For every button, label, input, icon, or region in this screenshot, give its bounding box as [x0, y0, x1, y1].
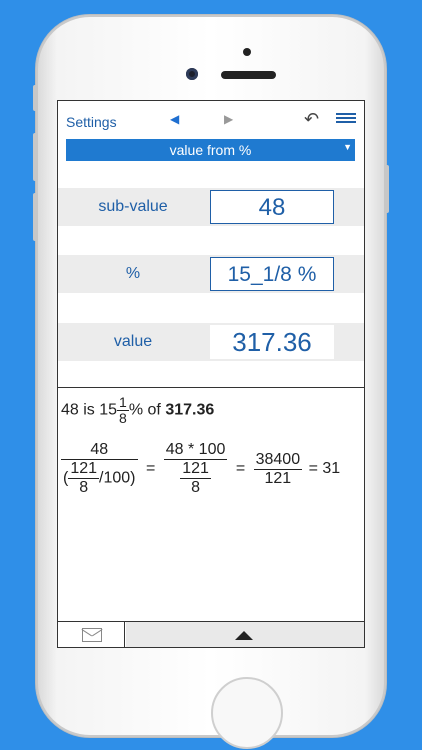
home-button — [211, 677, 283, 749]
result-sentence: 48 is 15 1 8% of 317.36 — [61, 395, 214, 426]
f1-inner-fraction: 121 8 — [68, 460, 100, 497]
equation-tail: = 31 — [308, 460, 341, 477]
volume-down-button — [33, 193, 38, 241]
mode-label: value from % — [169, 142, 252, 158]
nav-left-icon[interactable]: ◀ — [170, 112, 179, 126]
mute-switch — [33, 85, 38, 111]
equation-fraction-1: 48 (121 8/100) — [61, 441, 138, 497]
f1-inner-den: 8 — [79, 479, 89, 496]
bottom-bar — [58, 621, 364, 647]
value-label: value — [113, 333, 153, 350]
sub-value-row: sub-value 48 — [58, 188, 364, 226]
sub-value-label: sub-value — [98, 198, 168, 215]
power-button — [384, 165, 389, 213]
settings-button[interactable]: Settings — [66, 114, 117, 130]
f1-numerator: 48 — [61, 441, 138, 460]
sub-value-input[interactable]: 48 — [210, 190, 334, 224]
result-prefix: 48 is 15 — [61, 401, 118, 419]
value-row: value 317.36 — [58, 323, 364, 361]
f2-inner-den: 8 — [191, 479, 200, 496]
proximity-sensor — [243, 48, 251, 56]
volume-up-button — [33, 133, 38, 181]
top-toolbar: Settings ◀ ▶ ↶ — [58, 101, 364, 137]
chevron-down-icon: ▼ — [343, 142, 352, 152]
result-mid: % of — [128, 401, 166, 419]
percent-input[interactable]: 15_1/8 % — [210, 257, 334, 291]
f2-denominator: 121 8 — [164, 460, 228, 497]
expand-button[interactable] — [126, 622, 364, 647]
equation-fraction-3: 38400 121 — [253, 450, 303, 488]
earpiece-speaker — [221, 71, 276, 79]
f3-numerator: 38400 — [253, 450, 303, 470]
divider — [58, 387, 364, 388]
f1-close: /100) — [99, 469, 136, 487]
result-fraction: 18 — [117, 395, 129, 426]
percent-row: % 15_1/8 % — [58, 255, 364, 293]
f1-inner-num: 121 — [68, 460, 100, 479]
mail-button[interactable] — [58, 622, 125, 647]
fraction-numerator: 1 — [117, 394, 129, 411]
arrow-up-icon — [235, 631, 253, 640]
percent-label: % — [125, 265, 141, 282]
menu-icon[interactable] — [336, 113, 356, 123]
equals-1: = — [145, 460, 156, 477]
app-screen: Settings ◀ ▶ ↶ value from % ▼ sub-value … — [57, 100, 365, 648]
equation-steps: 48 (121 8/100) = 48 * 100 121 8 = 38400 12… — [61, 441, 344, 497]
f3-denominator: 121 — [264, 469, 292, 487]
f2-inner-num: 121 — [180, 460, 211, 479]
nav-right-icon[interactable]: ▶ — [224, 112, 233, 126]
equation-fraction-2: 48 * 100 121 8 — [163, 441, 228, 497]
mode-selector[interactable]: value from % ▼ — [66, 139, 355, 161]
f2-numerator: 48 * 100 — [163, 441, 228, 460]
result-value: 317.36 — [165, 401, 215, 419]
mail-icon — [82, 628, 102, 642]
value-output[interactable]: 317.36 — [210, 325, 334, 359]
f1-denominator: (121 8/100) — [61, 460, 138, 497]
fraction-denominator: 8 — [119, 410, 127, 426]
undo-icon[interactable]: ↶ — [304, 109, 319, 130]
equals-2: = — [235, 460, 246, 477]
f2-inner-fraction: 121 8 — [180, 460, 211, 497]
front-camera — [186, 68, 198, 80]
